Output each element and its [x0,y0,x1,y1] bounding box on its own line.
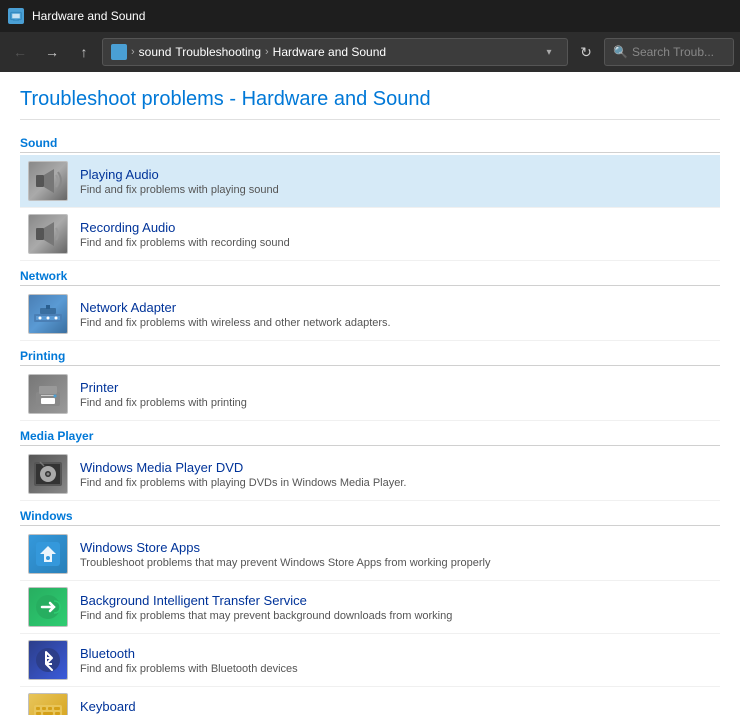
windows-store-apps-desc: Troubleshoot problems that may prevent W… [80,557,712,569]
network-adapter-icon [28,294,68,334]
forward-button[interactable]: → [38,38,66,66]
network-adapter-text: Network Adapter Find and fix problems wi… [80,300,712,329]
breadcrumb-troubleshooting-label[interactable]: Troubleshooting [175,45,261,59]
list-item-network-adapter[interactable]: Network Adapter Find and fix problems wi… [20,288,720,341]
network-adapter-desc: Find and fix problems with wireless and … [80,317,712,329]
playing-audio-text: Playing Audio Find and fix problems with… [80,167,712,196]
windows-store-apps-text: Windows Store Apps Troubleshoot problems… [80,540,712,569]
section-header-sound: Sound [20,136,720,153]
recording-audio-name: Recording Audio [80,220,712,235]
breadcrumb-troubleshooting[interactable]: sound [139,45,172,59]
bluetooth-name: Bluetooth [80,646,712,661]
windows-media-player-dvd-icon [28,454,68,494]
bluetooth-desc: Find and fix problems with Bluetooth dev… [80,663,712,675]
titlebar: Hardware and Sound [0,0,740,32]
list-item-windows-media-player-dvd[interactable]: Windows Media Player DVD Find and fix pr… [20,448,720,501]
background-intelligent-transfer-desc: Find and fix problems that may prevent b… [80,610,712,622]
up-button[interactable]: ↑ [70,38,98,66]
windows-store-apps-icon [28,534,68,574]
background-intelligent-transfer-name: Background Intelligent Transfer Service [80,593,712,608]
separator1: › [131,46,135,58]
dropdown-chevron[interactable]: ▾ [539,42,559,62]
printer-name: Printer [80,380,712,395]
playing-audio-name: Playing Audio [80,167,712,182]
section-sound: Sound Playing Audio Find and fix problem… [20,136,720,261]
bluetooth-icon [28,640,68,680]
windows-store-apps-name: Windows Store Apps [80,540,712,555]
section-network: Network Network Adapter Find and fix pro… [20,269,720,341]
address-app-icon [111,44,127,60]
recording-audio-icon [28,214,68,254]
list-item-bluetooth[interactable]: Bluetooth Find and fix problems with Blu… [20,634,720,687]
keyboard-text: Keyboard Find and fix problems with your… [80,699,712,715]
recording-audio-desc: Find and fix problems with recording sou… [80,237,712,249]
search-box[interactable]: 🔍 Search Troub... [604,38,734,66]
section-header-windows: Windows [20,509,720,526]
background-intelligent-transfer-text: Background Intelligent Transfer Service … [80,593,712,622]
back-button[interactable]: ← [6,38,34,66]
playing-audio-icon [28,161,68,201]
list-item-background-intelligent-transfer[interactable]: Background Intelligent Transfer Service … [20,581,720,634]
list-item-keyboard[interactable]: Keyboard Find and fix problems with your… [20,687,720,715]
address-bar[interactable]: › sound Troubleshooting › Hardware and S… [102,38,568,66]
section-header-network: Network [20,269,720,286]
printer-icon [28,374,68,414]
network-adapter-name: Network Adapter [80,300,712,315]
list-item-recording-audio[interactable]: Recording Audio Find and fix problems wi… [20,208,720,261]
windows-media-player-dvd-text: Windows Media Player DVD Find and fix pr… [80,460,712,489]
section-media-player: Media Player Windows Media Player DVD Fi… [20,429,720,501]
keyboard-name: Keyboard [80,699,712,714]
addressbar: ← → ↑ › sound Troubleshooting › Hardware… [0,32,740,72]
window-title: Hardware and Sound [32,9,145,23]
keyboard-icon [28,693,68,715]
breadcrumb-hardware-sound[interactable]: Hardware and Sound [273,45,386,59]
search-placeholder: Search Troub... [632,45,714,59]
separator2: › [265,46,269,58]
section-windows: Windows Windows Store Apps Troubleshoot … [20,509,720,715]
page-title: Troubleshoot problems - Hardware and Sou… [20,88,720,120]
section-header-printing: Printing [20,349,720,366]
search-icon: 🔍 [613,45,628,59]
windows-media-player-dvd-desc: Find and fix problems with playing DVDs … [80,477,712,489]
list-item-windows-store-apps[interactable]: Windows Store Apps Troubleshoot problems… [20,528,720,581]
section-printing: Printing Printer Find and fix problems w… [20,349,720,421]
background-intelligent-transfer-icon [28,587,68,627]
list-item-printer[interactable]: Printer Find and fix problems with print… [20,368,720,421]
section-header-media-player: Media Player [20,429,720,446]
playing-audio-desc: Find and fix problems with playing sound [80,184,712,196]
printer-text: Printer Find and fix problems with print… [80,380,712,409]
recording-audio-text: Recording Audio Find and fix problems wi… [80,220,712,249]
list-item-playing-audio[interactable]: Playing Audio Find and fix problems with… [20,155,720,208]
bluetooth-text: Bluetooth Find and fix problems with Blu… [80,646,712,675]
main-content: Troubleshoot problems - Hardware and Sou… [0,72,740,715]
refresh-button[interactable]: ↻ [572,38,600,66]
printer-desc: Find and fix problems with printing [80,397,712,409]
windows-media-player-dvd-name: Windows Media Player DVD [80,460,712,475]
app-icon [8,8,24,24]
